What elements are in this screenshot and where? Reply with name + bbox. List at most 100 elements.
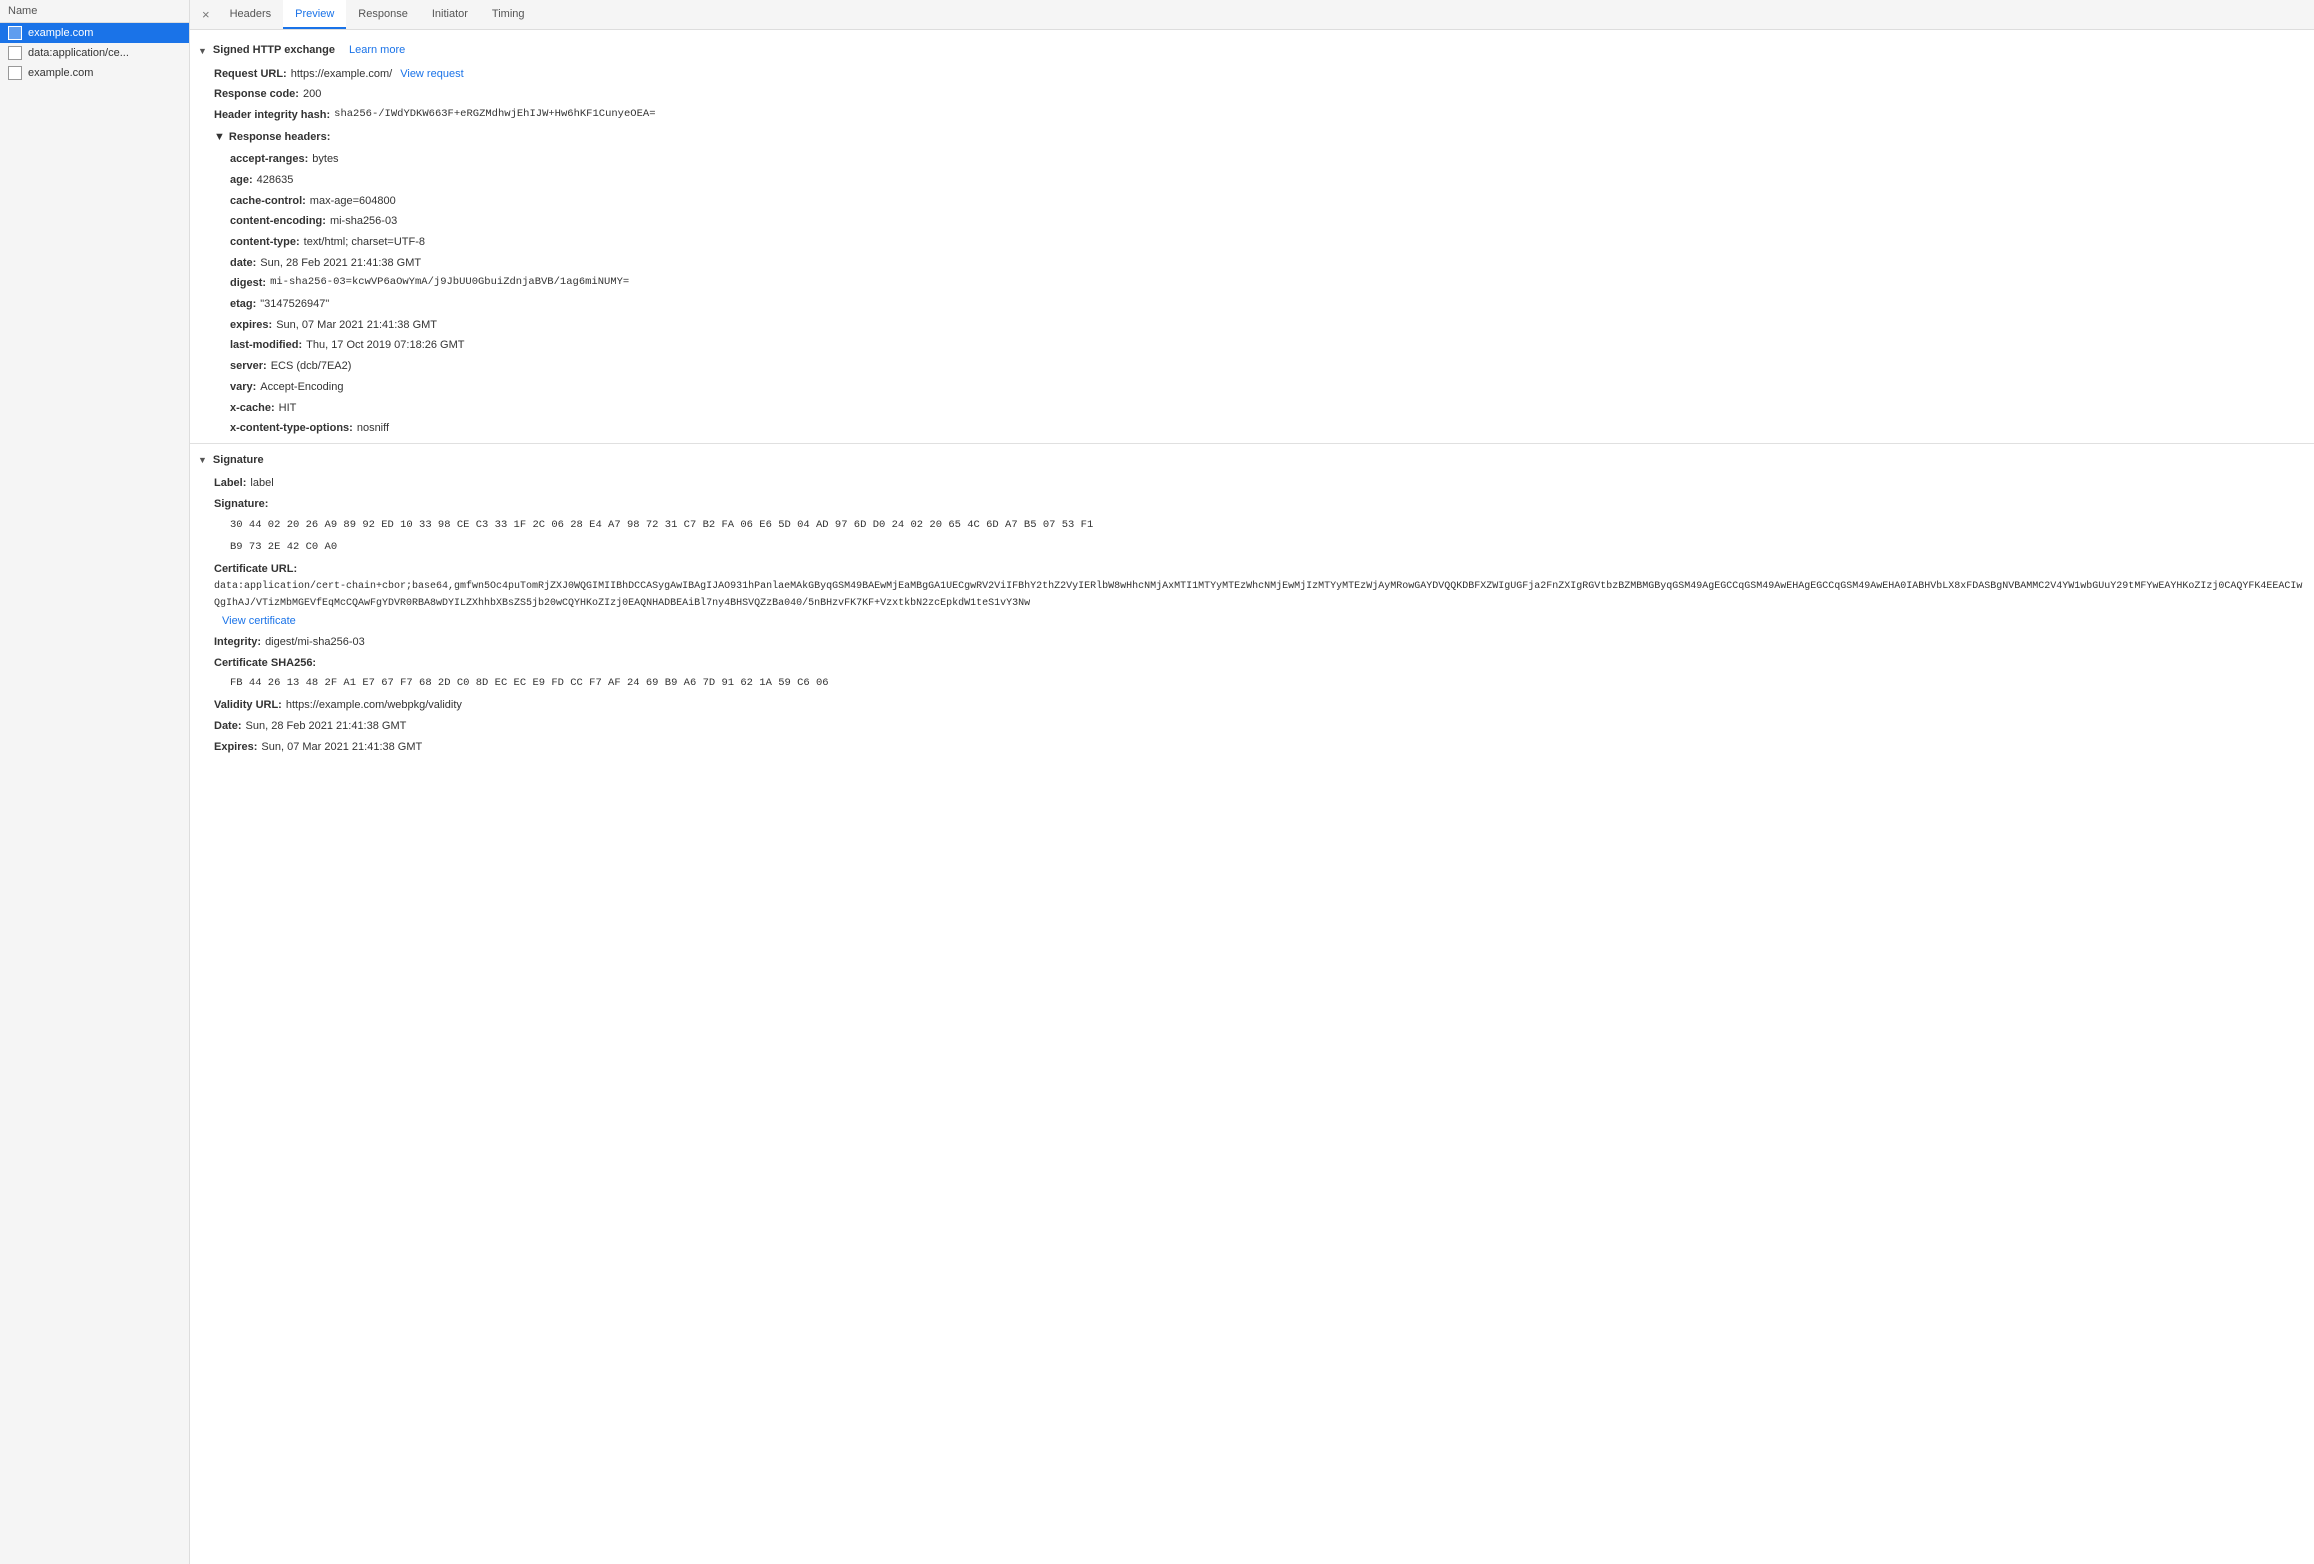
signed-http-exchange-header[interactable]: ▼ Signed HTTP exchange Learn more [190,38,2314,64]
rh-key: content-encoding: [230,212,326,231]
rh-x-cache: x-cache: HIT [190,398,2314,419]
sig-triangle: ▼ [198,453,207,467]
rh-value: bytes [312,150,338,169]
response-code-value: 200 [303,85,321,104]
rh-key: x-cache: [230,399,275,418]
rh-key: etag: [230,295,256,314]
rh-key: expires: [230,316,272,335]
rh-cache-control: cache-control: max-age=604800 [190,191,2314,212]
sidebar-item-example-com-1[interactable]: example.com [0,23,189,43]
tab-response[interactable]: Response [346,0,420,29]
rh-value: ECS (dcb/7EA2) [271,357,352,376]
rh-last-modified: last-modified: Thu, 17 Oct 2019 07:18:26… [190,335,2314,356]
sig-date-value: Sun, 28 Feb 2021 21:41:38 GMT [246,717,407,736]
rh-vary: vary: Accept-Encoding [190,377,2314,398]
header-integrity-label: Header integrity hash: [214,106,330,125]
rh-key: age: [230,171,253,190]
sidebar: Name example.com data:application/ce... … [0,0,190,1564]
header-integrity-row: Header integrity hash: sha256-/IWdYDKW66… [190,105,2314,126]
sidebar-header: Name [0,0,189,23]
sidebar-item-example-com-2[interactable]: example.com [0,63,189,83]
rh-accept-ranges: accept-ranges: bytes [190,149,2314,170]
cert-sha256-row: Certificate SHA256: [190,653,2314,674]
sidebar-item-data-application[interactable]: data:application/ce... [0,43,189,63]
response-code-row: Response code: 200 [190,84,2314,105]
view-certificate-link[interactable]: View certificate [222,612,296,631]
sig-title: Signature [213,452,264,470]
tab-headers[interactable]: Headers [218,0,284,29]
rh-key: accept-ranges: [230,150,308,169]
rh-server: server: ECS (dcb/7EA2) [190,356,2314,377]
sig-bytes-row: Signature: [190,494,2314,515]
integrity-value: digest/mi-sha256-03 [265,633,365,652]
rh-value: mi-sha256-03 [330,212,397,231]
response-headers-title: Response headers: [229,129,330,147]
tabs-bar: × Headers Preview Response Initiator Tim… [190,0,2314,30]
rh-value: Thu, 17 Oct 2019 07:18:26 GMT [306,336,464,355]
rh-value: Sun, 07 Mar 2021 21:41:38 GMT [276,316,437,335]
rh-key: server: [230,357,267,376]
cert-url-value: data:application/cert-chain+cbor;base64,… [214,578,2306,612]
rh-date: date: Sun, 28 Feb 2021 21:41:38 GMT [190,253,2314,274]
file-icon [8,26,22,40]
rh-content-type: content-type: text/html; charset=UTF-8 [190,232,2314,253]
rh-value: 428635 [257,171,294,190]
preview-content: ▼ Signed HTTP exchange Learn more Reques… [190,30,2314,1564]
header-integrity-value: sha256-/IWdYDKW663F+eRGZMdhwjEhIJW+Hw6hK… [334,106,655,125]
tab-initiator[interactable]: Initiator [420,0,480,29]
sig-date-key: Date: [214,717,242,736]
request-url-value: https://example.com/ [291,65,393,84]
rh-key: vary: [230,378,256,397]
rh-key: date: [230,254,256,273]
signature-section-header[interactable]: ▼ Signature [190,448,2314,474]
sig-bytes-line2: B9 73 2E 42 C0 A0 [190,537,2314,559]
response-headers-triangle: ▼ [214,129,225,147]
cert-url-key: Certificate URL: [214,560,297,579]
close-tab-button[interactable]: × [194,0,218,29]
sig-expires-row: Expires: Sun, 07 Mar 2021 21:41:38 GMT [190,737,2314,758]
rh-x-content-type: x-content-type-options: nosniff [190,418,2314,439]
sig-expires-value: Sun, 07 Mar 2021 21:41:38 GMT [261,738,422,757]
sidebar-item-label: data:application/ce... [28,47,129,59]
response-code-label: Response code: [214,85,299,104]
rh-value: Accept-Encoding [260,378,343,397]
rh-key: content-type: [230,233,300,252]
rh-value: "3147526947" [260,295,329,314]
rh-key: digest: [230,274,266,293]
rh-value: max-age=604800 [310,192,396,211]
validity-url-key: Validity URL: [214,696,282,715]
learn-more-link[interactable]: Learn more [349,42,405,60]
rh-value: text/html; charset=UTF-8 [304,233,425,252]
sig-label-key: Label: [214,474,246,493]
rh-digest: digest: mi-sha256-03=kcwVP6aOwYmA/j9JbUU… [190,273,2314,294]
sig-expires-key: Expires: [214,738,257,757]
sidebar-item-label: example.com [28,67,93,79]
response-headers-header[interactable]: ▼ Response headers: [190,126,2314,150]
sidebar-item-label: example.com [28,27,93,39]
rh-value: Sun, 28 Feb 2021 21:41:38 GMT [260,254,421,273]
rh-expires: expires: Sun, 07 Mar 2021 21:41:38 GMT [190,315,2314,336]
rh-key: cache-control: [230,192,306,211]
view-request-link[interactable]: View request [400,65,463,84]
sig-date-row: Date: Sun, 28 Feb 2021 21:41:38 GMT [190,716,2314,737]
tab-timing[interactable]: Timing [480,0,537,29]
rh-etag: etag: "3147526947" [190,294,2314,315]
rh-age: age: 428635 [190,170,2314,191]
cert-sha256-value: FB 44 26 13 48 2F A1 E7 67 F7 68 2D C0 8… [190,673,2314,695]
file-icon [8,66,22,80]
section-divider [190,443,2314,444]
sig-bytes-key: Signature: [214,495,268,514]
rh-value: HIT [279,399,297,418]
file-icon [8,46,22,60]
request-url-label: Request URL: [214,65,287,84]
collapse-triangle: ▼ [198,44,207,58]
section-title: Signed HTTP exchange [213,42,335,60]
rh-key: last-modified: [230,336,302,355]
cert-url-row: Certificate URL: data:application/cert-c… [190,559,2314,632]
main-panel: × Headers Preview Response Initiator Tim… [190,0,2314,1564]
tab-preview[interactable]: Preview [283,0,346,29]
sig-label-row: Label: label [190,473,2314,494]
validity-url-value: https://example.com/webpkg/validity [286,696,462,715]
integrity-row: Integrity: digest/mi-sha256-03 [190,632,2314,653]
sig-label-value: label [250,474,273,493]
